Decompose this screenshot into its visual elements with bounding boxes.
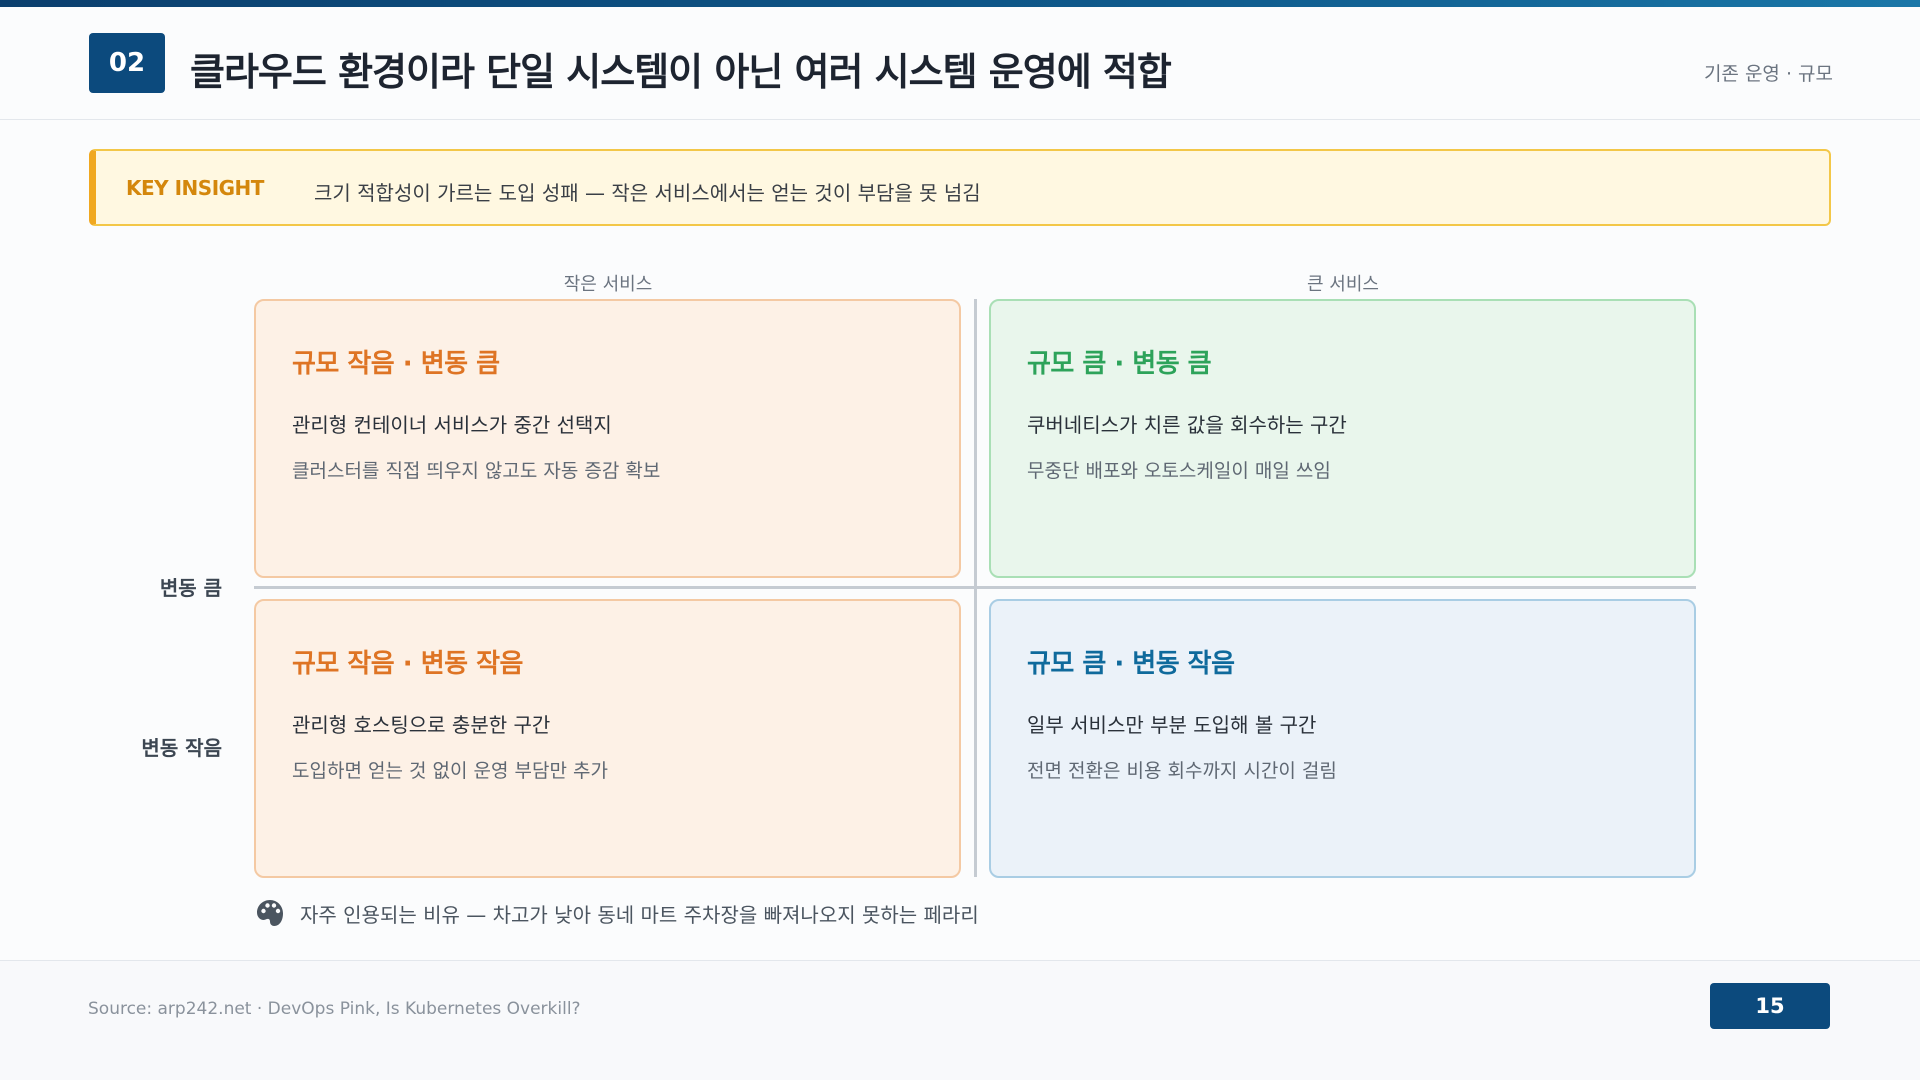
row-header-high-variance: 변동 큼 — [159, 576, 222, 600]
section-tag: 기존 운영 · 규모 — [1703, 63, 1833, 85]
quadrant-title: 규모 작음 · 변동 큼 — [292, 349, 500, 379]
key-insight-box: KEY INSIGHT 크기 적합성이 가르는 도입 성패 — 작은 서비스에서… — [89, 149, 1831, 226]
slide-header: 02 클라우드 환경이라 단일 시스템이 아닌 여러 시스템 운영에 적합 기존… — [0, 7, 1920, 120]
quadrant-small-low: 규모 작음 · 변동 작음 관리형 호스팅으로 충분한 구간 도입하면 얻는 것… — [254, 599, 961, 878]
palette-icon — [254, 897, 286, 929]
analogy-note-text: 자주 인용되는 비유 — 차고가 낮아 동네 마트 주차장을 빠져나오지 못하는… — [300, 902, 979, 927]
quadrant-detail: 클러스터를 직접 띄우지 않고도 자동 증감 확보 — [292, 460, 661, 482]
quadrant-large-high: 규모 큼 · 변동 큼 쿠버네티스가 치른 값을 회수하는 구간 무중단 배포와… — [989, 299, 1696, 578]
page-title: 클라우드 환경이라 단일 시스템이 아닌 여러 시스템 운영에 적합 — [190, 50, 1172, 94]
top-accent-bar — [0, 0, 1920, 7]
key-insight-label: KEY INSIGHT — [126, 176, 264, 200]
quadrant-description: 쿠버네티스가 치른 값을 회수하는 구간 — [1027, 413, 1347, 437]
key-insight-text: 크기 적합성이 가르는 도입 성패 — 작은 서비스에서는 얻는 것이 부담을 … — [314, 181, 981, 205]
section-number-badge: 02 — [89, 33, 165, 93]
quadrant-title: 규모 작음 · 변동 작음 — [292, 649, 523, 679]
quadrant-title: 규모 큼 · 변동 큼 — [1027, 349, 1212, 379]
source-citation: Source: arp242.net · DevOps Pink, Is Kub… — [88, 999, 581, 1019]
quadrant-small-high: 규모 작음 · 변동 큼 관리형 컨테이너 서비스가 중간 선택지 클러스터를 … — [254, 299, 961, 578]
row-header-low-variance: 변동 작음 — [141, 736, 222, 760]
quadrant-detail: 도입하면 얻는 것 없이 운영 부담만 추가 — [292, 760, 608, 782]
slide-footer: Source: arp242.net · DevOps Pink, Is Kub… — [0, 960, 1920, 1080]
quadrant-title: 규모 큼 · 변동 작음 — [1027, 649, 1235, 679]
column-header-large: 큰 서비스 — [1307, 274, 1379, 295]
quadrant-detail: 무중단 배포와 오토스케일이 매일 쓰임 — [1027, 460, 1331, 482]
analogy-note: 자주 인용되는 비유 — 차고가 낮아 동네 마트 주차장을 빠져나오지 못하는… — [254, 898, 979, 928]
column-header-small: 작은 서비스 — [563, 274, 653, 295]
quadrant-detail: 전면 전환은 비용 회수까지 시간이 걸림 — [1027, 760, 1337, 782]
page-number-badge: 15 — [1710, 983, 1830, 1029]
quadrant-description: 일부 서비스만 부분 도입해 볼 구간 — [1027, 713, 1317, 737]
quadrant-description: 관리형 호스팅으로 충분한 구간 — [292, 713, 551, 737]
quadrant-large-low: 규모 큼 · 변동 작음 일부 서비스만 부분 도입해 볼 구간 전면 전환은 … — [989, 599, 1696, 878]
horizontal-axis-divider — [254, 586, 1696, 589]
quadrant-description: 관리형 컨테이너 서비스가 중간 선택지 — [292, 413, 612, 437]
